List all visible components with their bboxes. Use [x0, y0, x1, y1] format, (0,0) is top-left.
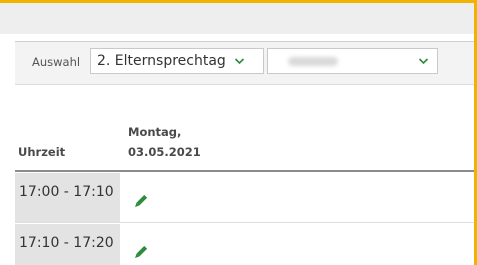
teacher-select[interactable] — [267, 48, 438, 74]
table-row: 17:10 - 17:20 — [15, 224, 474, 265]
time-slot: 17:00 - 17:10 — [19, 184, 114, 200]
chevron-down-icon — [418, 58, 429, 65]
header-divider — [15, 170, 474, 172]
event-select-value: 2. Elternsprechtag — [97, 53, 226, 69]
chevron-down-icon — [234, 58, 245, 65]
time-column-header: Uhrzeit — [18, 145, 66, 159]
redacted-value — [288, 57, 338, 66]
day-header-weekday: Montag, — [128, 125, 182, 139]
time-cell: 17:00 - 17:10 — [15, 173, 120, 222]
event-select[interactable]: 2. Elternsprechtag — [90, 48, 264, 74]
time-slot: 17:10 - 17:20 — [19, 235, 114, 251]
day-column-header: Montag, 03.05.2021 — [128, 122, 201, 162]
table-row: 17:00 - 17:10 — [15, 173, 474, 223]
pencil-icon[interactable] — [133, 246, 147, 260]
time-cell: 17:10 - 17:20 — [15, 224, 120, 265]
auswahl-label: Auswahl — [32, 55, 81, 69]
day-header-date: 03.05.2021 — [128, 145, 201, 159]
top-bar — [0, 3, 474, 34]
app-frame: Auswahl 2. Elternsprechtag Uhrzeit Monta… — [0, 0, 477, 265]
selection-toolbar: Auswahl 2. Elternsprechtag — [15, 41, 474, 85]
pencil-icon[interactable] — [133, 195, 147, 209]
